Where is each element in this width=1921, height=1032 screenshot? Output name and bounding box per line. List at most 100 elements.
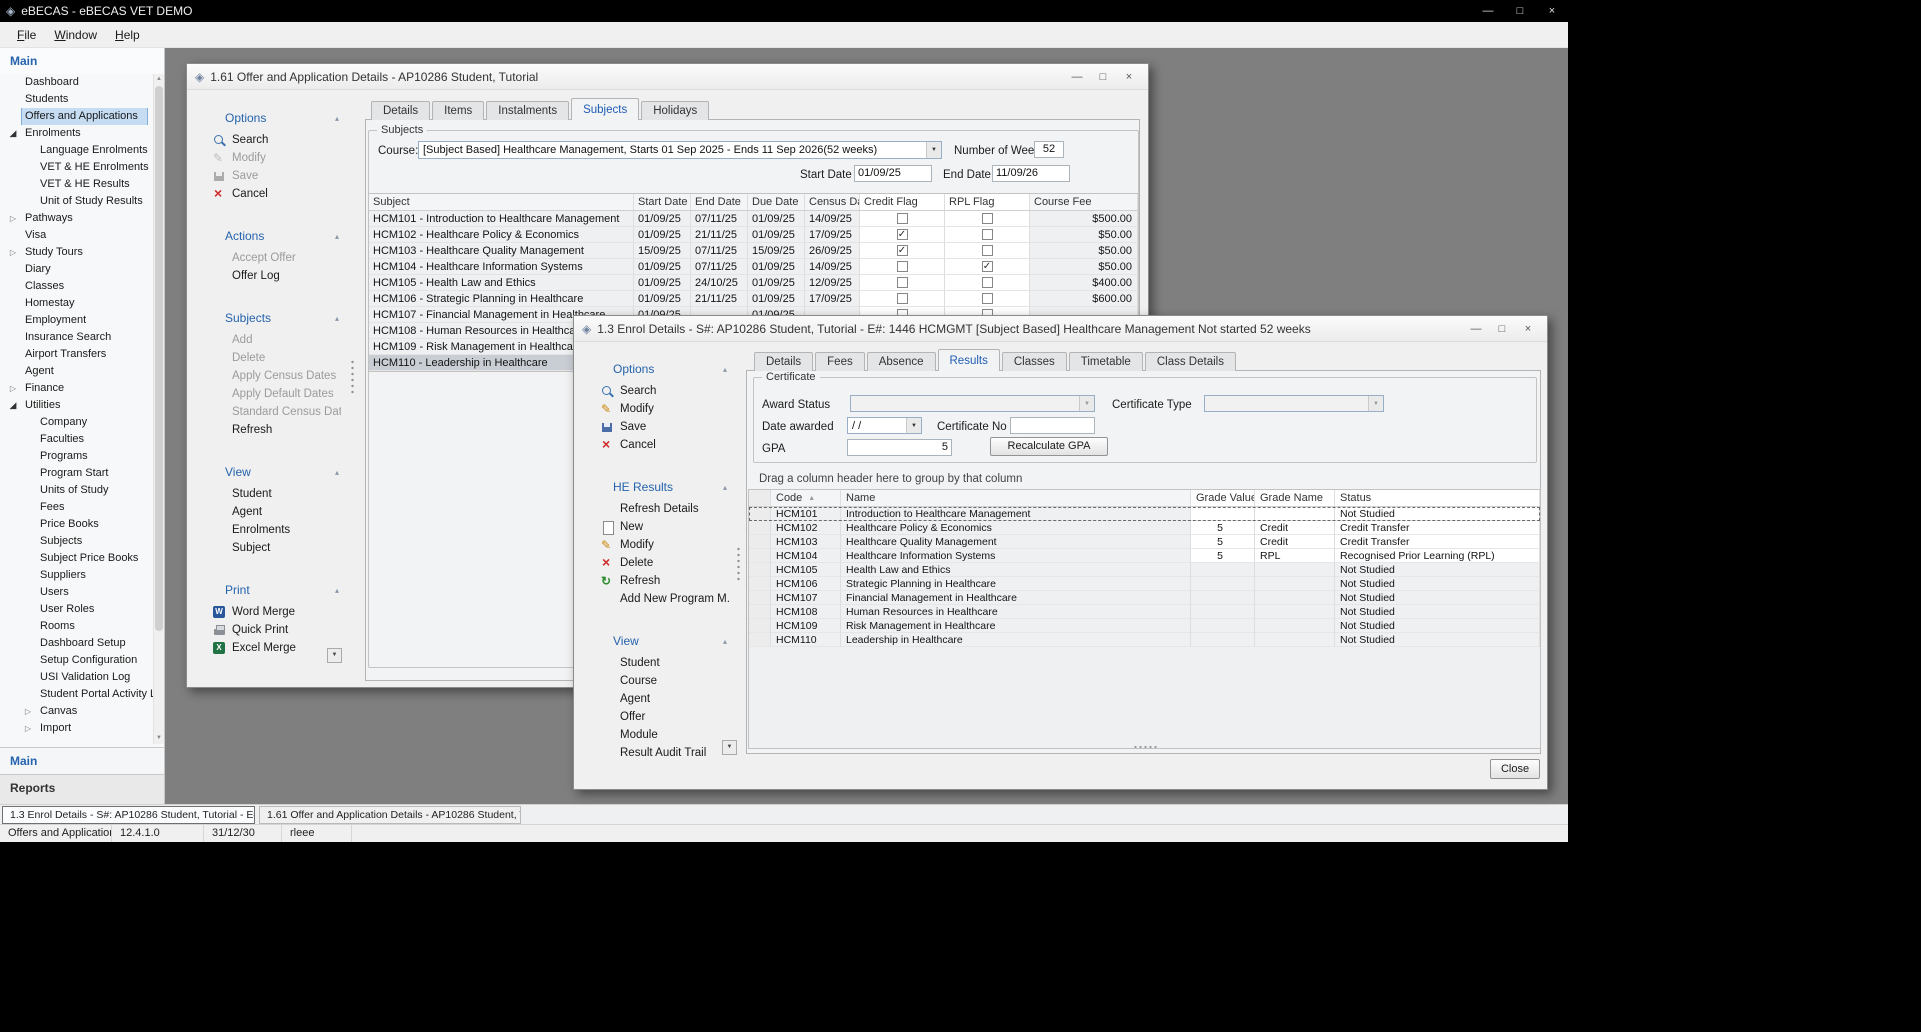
nav-item-modify[interactable]: Modify (589, 400, 729, 418)
sidebar-item-agent[interactable]: Agent (0, 363, 153, 380)
credit-flag-checkbox[interactable]: ✓ (897, 245, 908, 256)
sidebar-item-utilities[interactable]: ◢Utilities (0, 397, 153, 414)
tree-expanded-icon[interactable]: ◢ (7, 125, 19, 142)
nav-item-add[interactable]: Add (201, 331, 341, 349)
credit-flag-checkbox[interactable] (897, 261, 908, 272)
panel-header-subjects[interactable]: Subjects▴ (201, 309, 341, 327)
column-header-grade-name[interactable]: Grade Name (1255, 490, 1335, 506)
sidebar-item-usi-validation-log[interactable]: USI Validation Log (0, 669, 153, 686)
subject-row[interactable]: HCM106 - Strategic Planning in Healthcar… (369, 291, 1138, 307)
start-date-field[interactable]: 01/09/25 (854, 165, 932, 182)
nav-item-search[interactable]: Search (201, 131, 341, 149)
result-row[interactable]: HCM106Strategic Planning in HealthcareNo… (749, 577, 1540, 591)
result-row[interactable]: HCM105Health Law and EthicsNot Studied (749, 563, 1540, 577)
resize-grip[interactable] (1133, 745, 1159, 750)
course-combobox[interactable]: [Subject Based] Healthcare Management, S… (418, 141, 942, 159)
panel-header-view[interactable]: View▴ (201, 463, 341, 481)
nav-item-new[interactable]: New (589, 518, 729, 536)
nav-item-cancel[interactable]: Cancel (589, 436, 729, 454)
minimize-icon[interactable]: — (1463, 317, 1489, 341)
nav-item-offer[interactable]: Offer (589, 708, 729, 726)
nav-item-modify[interactable]: Modify (201, 149, 341, 167)
sidebar-item-language-enrolments[interactable]: Language Enrolments (0, 142, 153, 159)
sidebar-item-programs[interactable]: Programs (0, 448, 153, 465)
collapse-chevron-icon[interactable]: ▴ (723, 637, 727, 646)
column-header-census-date[interactable]: Census Date (805, 194, 860, 210)
collapse-chevron-icon[interactable]: ▴ (723, 483, 727, 492)
panel-header-he-results[interactable]: HE Results▴ (589, 478, 729, 496)
nav-item-course[interactable]: Course (589, 672, 729, 690)
tab-fees[interactable]: Fees (815, 352, 865, 371)
sidebar-item-insurance-search[interactable]: Insurance Search (0, 329, 153, 346)
sidebar-item-pathways[interactable]: ▷Pathways (0, 210, 153, 227)
sidebar-scrollbar[interactable]: ▲ ▼ (153, 74, 164, 744)
tab-timetable[interactable]: Timetable (1069, 352, 1143, 371)
subject-row[interactable]: HCM102 - Healthcare Policy & Economics01… (369, 227, 1138, 243)
nav-item-enrolments[interactable]: Enrolments (201, 521, 341, 539)
nav-item-student[interactable]: Student (589, 654, 729, 672)
menu-item-help[interactable]: Help (106, 28, 149, 42)
credit-flag-checkbox[interactable]: ✓ (897, 229, 908, 240)
sidebar-item-visa[interactable]: Visa (0, 227, 153, 244)
result-row[interactable]: HCM102Healthcare Policy & Economics5Cred… (749, 521, 1540, 535)
rpl-flag-checkbox[interactable] (982, 245, 993, 256)
subject-row[interactable]: HCM104 - Healthcare Information Systems0… (369, 259, 1138, 275)
minimize-icon[interactable]: — (1064, 65, 1090, 89)
sidebar-item-employment[interactable]: Employment (0, 312, 153, 329)
sidebar-item-finance[interactable]: ▷Finance (0, 380, 153, 397)
window-tab-offer-details[interactable]: 1.61 Offer and Application Details - AP1… (259, 806, 521, 824)
sidebar-item-unit-of-study-results[interactable]: Unit of Study Results (0, 193, 153, 210)
result-row[interactable]: HCM101Introduction to Healthcare Managem… (749, 507, 1540, 521)
dock-splitter[interactable] (350, 359, 355, 395)
window-tab-enrol-details[interactable]: 1.3 Enrol Details - S#: AP10286 Student,… (2, 806, 255, 824)
dropdown-arrow-icon[interactable]: ▼ (1368, 396, 1383, 411)
dropdown-arrow-icon[interactable]: ▼ (906, 418, 921, 433)
rpl-flag-checkbox[interactable]: ✓ (982, 261, 993, 272)
result-row[interactable]: HCM108Human Resources in HealthcareNot S… (749, 605, 1540, 619)
nav-item-apply-default-dates[interactable]: Apply Default Dates (201, 385, 341, 403)
sidebar-item-user-roles[interactable]: User Roles (0, 601, 153, 618)
credit-flag-checkbox[interactable] (897, 277, 908, 288)
subject-row[interactable]: HCM101 - Introduction to Healthcare Mana… (369, 211, 1138, 227)
sidebar-item-offers-and-applications[interactable]: Offers and Applications (0, 108, 153, 125)
close-button[interactable]: Close (1490, 759, 1540, 779)
rpl-flag-checkbox[interactable] (982, 229, 993, 240)
tree-collapsed-icon[interactable]: ▷ (7, 380, 19, 397)
menu-item-file[interactable]: File (8, 28, 45, 42)
sidebar-item-vet-he-results[interactable]: VET & HE Results (0, 176, 153, 193)
column-header-subject[interactable]: Subject (369, 194, 634, 210)
sidebar-item-canvas[interactable]: ▷Canvas (0, 703, 153, 720)
close-icon[interactable]: × (1515, 317, 1541, 341)
tab-details[interactable]: Details (754, 352, 813, 371)
sidebar-item-price-books[interactable]: Price Books (0, 516, 153, 533)
close-icon[interactable]: × (1536, 0, 1568, 22)
tree-collapsed-icon[interactable]: ▷ (7, 244, 19, 261)
panel-header-view[interactable]: View▴ (589, 632, 729, 650)
nav-item-search[interactable]: Search (589, 382, 729, 400)
collapse-chevron-icon[interactable]: ▴ (335, 114, 339, 123)
column-header-rpl-flag[interactable]: RPL Flag (945, 194, 1030, 210)
credit-flag-checkbox[interactable] (897, 293, 908, 304)
nav-item-save[interactable]: Save (589, 418, 729, 436)
scrollbar-thumb[interactable] (155, 86, 163, 631)
nav-item-add-new-program-m[interactable]: Add New Program M... (589, 590, 729, 608)
maximize-icon[interactable]: □ (1504, 0, 1536, 22)
tab-class-details[interactable]: Class Details (1145, 352, 1236, 371)
sidebar-item-homestay[interactable]: Homestay (0, 295, 153, 312)
column-header-code[interactable]: Code▲ (771, 490, 841, 506)
sidebar-item-airport-transfers[interactable]: Airport Transfers (0, 346, 153, 363)
sidebar-item-faculties[interactable]: Faculties (0, 431, 153, 448)
date-awarded-field[interactable]: / / ▼ (847, 417, 922, 434)
rpl-flag-checkbox[interactable] (982, 213, 993, 224)
sidebar-item-setup-configuration[interactable]: Setup Configuration (0, 652, 153, 669)
enrol-window-titlebar[interactable]: ◈ 1.3 Enrol Details - S#: AP10286 Studen… (574, 316, 1547, 342)
collapse-chevron-icon[interactable]: ▴ (335, 468, 339, 477)
nav-item-refresh[interactable]: Refresh (589, 572, 729, 590)
nav-item-cancel[interactable]: Cancel (201, 185, 341, 203)
nav-item-apply-census-dates[interactable]: Apply Census Dates (201, 367, 341, 385)
end-date-field[interactable]: 11/09/26 (992, 165, 1070, 182)
sidebar-item-program-start[interactable]: Program Start (0, 465, 153, 482)
collapse-chevron-icon[interactable]: ▴ (335, 314, 339, 323)
nav-item-result-audit-trail[interactable]: Result Audit Trail (589, 744, 729, 762)
sidebar-item-units-of-study[interactable]: Units of Study (0, 482, 153, 499)
